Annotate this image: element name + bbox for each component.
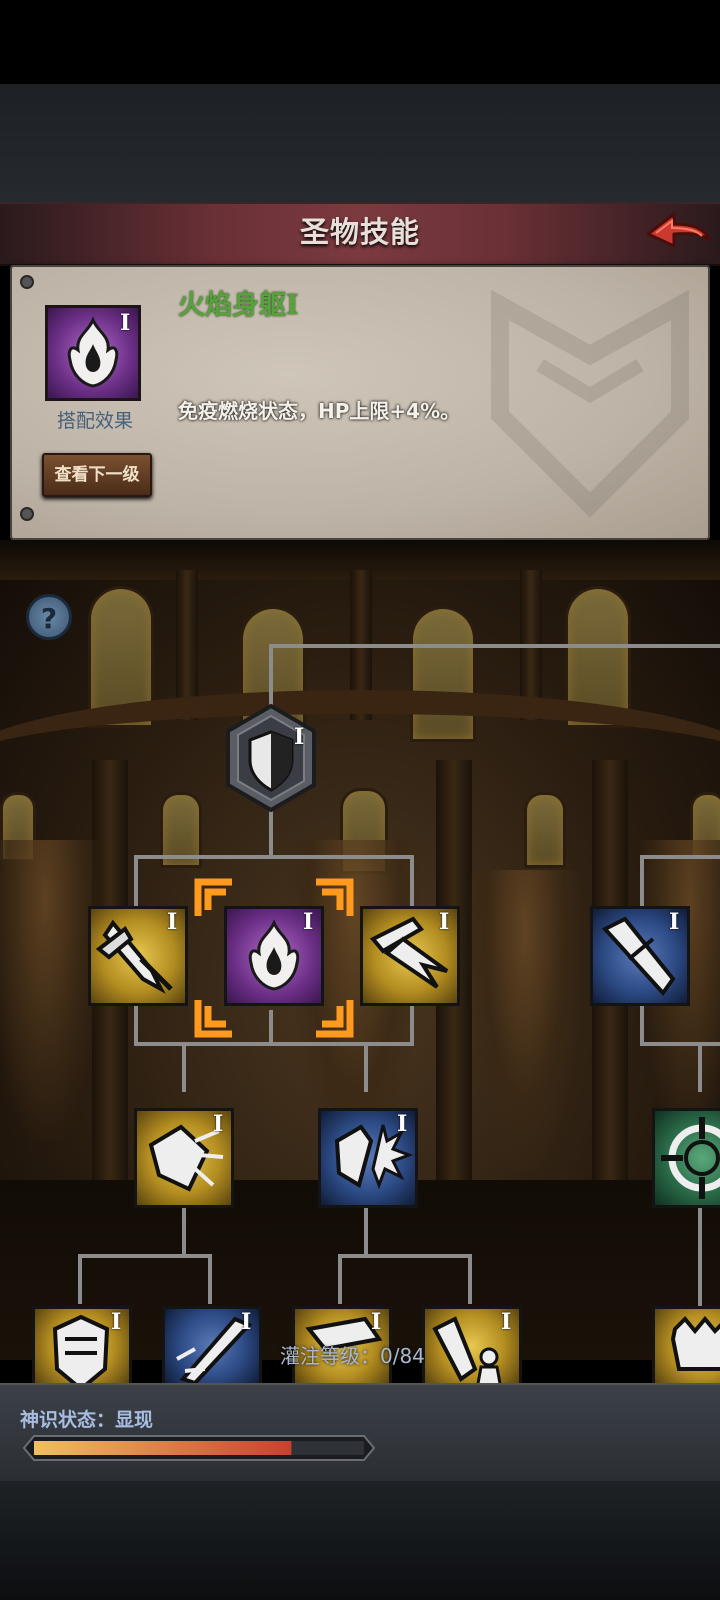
status-panel [0,1383,720,1483]
skill-node-target[interactable] [652,1108,720,1208]
tier-label: I [120,310,131,336]
tree-line [698,1044,702,1092]
divine-sense-value: 显现 [115,1409,154,1431]
skill-name: 火焰身躯I [178,283,299,322]
divine-sense-label: 神识状态： [20,1409,116,1431]
rivet [20,275,34,289]
tree-line [269,808,273,858]
panel-watermark-icon [491,289,689,518]
tier-label: I [371,1309,382,1335]
upper-background [0,84,720,202]
progress-fill [34,1441,292,1455]
tree-line [78,1254,212,1258]
tier-label: I [669,909,680,935]
top-black-bar [0,0,720,84]
target-icon [661,1117,720,1199]
tree-line [182,1044,186,1092]
root-shield-node[interactable]: I [224,703,318,813]
progress-bar-graphic [22,1435,376,1461]
tree-line [208,1254,212,1304]
tier-label: I [294,724,305,750]
bottom-background [0,1481,720,1600]
tier-label: I [213,1111,224,1137]
tree-line [338,1254,472,1258]
infusion-level-text: 灌注等级：0/84 [280,1344,425,1368]
skill-node-armor[interactable]: I [32,1306,132,1386]
tree-line [468,1254,472,1304]
divine-sense-progress-bar [22,1434,376,1462]
beast-icon [670,1315,720,1371]
help-button[interactable]: ? [26,594,72,640]
tier-label: I [167,909,178,935]
selection-frame [194,878,354,1038]
back-arrow-icon [646,212,712,248]
skill-description: 免疫燃烧状态，HP上限+4%。 [178,399,461,423]
tree-line [269,644,720,648]
combo-effect-label: 搭配效果 [56,410,133,432]
divine-sense-status: 神识状态：显现 [20,1405,153,1432]
back-button[interactable] [644,206,714,258]
skill-node-axe-slash[interactable]: I [88,906,188,1006]
tier-label: I [111,1309,122,1335]
selected-skill-icon: I [45,305,141,401]
tree-line [640,1042,720,1046]
skill-name-text: 火焰身躯 [178,290,286,321]
tree-line [338,1254,342,1304]
tier-label: I [241,1309,252,1335]
skill-name-tier: I [286,290,299,321]
skill-node-shield-shatter[interactable]: I [134,1108,234,1208]
skill-node-shield-burst[interactable]: I [318,1108,418,1208]
tree-line [134,1042,414,1046]
skill-node-dagger[interactable]: I [162,1306,262,1386]
tier-label: I [501,1309,512,1335]
tree-line [364,1044,368,1092]
tier-label: I [397,1111,408,1137]
skill-node-blade[interactable]: I [590,906,690,1006]
rivet [20,507,34,521]
skill-node-sword-strike[interactable]: I [360,906,460,1006]
statue [470,870,580,1170]
statue [0,840,100,1140]
tree-line [640,855,720,859]
skill-node-warrior[interactable]: I [422,1306,522,1386]
shield-icon [226,703,316,813]
tree-line [78,1254,82,1304]
page-title: 圣物技能 [299,215,420,249]
tree-line [134,855,414,859]
skill-node-beast[interactable] [652,1306,720,1386]
view-next-level-button[interactable]: 查看下一级 [42,453,152,497]
tree-line [269,644,273,706]
tier-label: I [439,909,450,935]
